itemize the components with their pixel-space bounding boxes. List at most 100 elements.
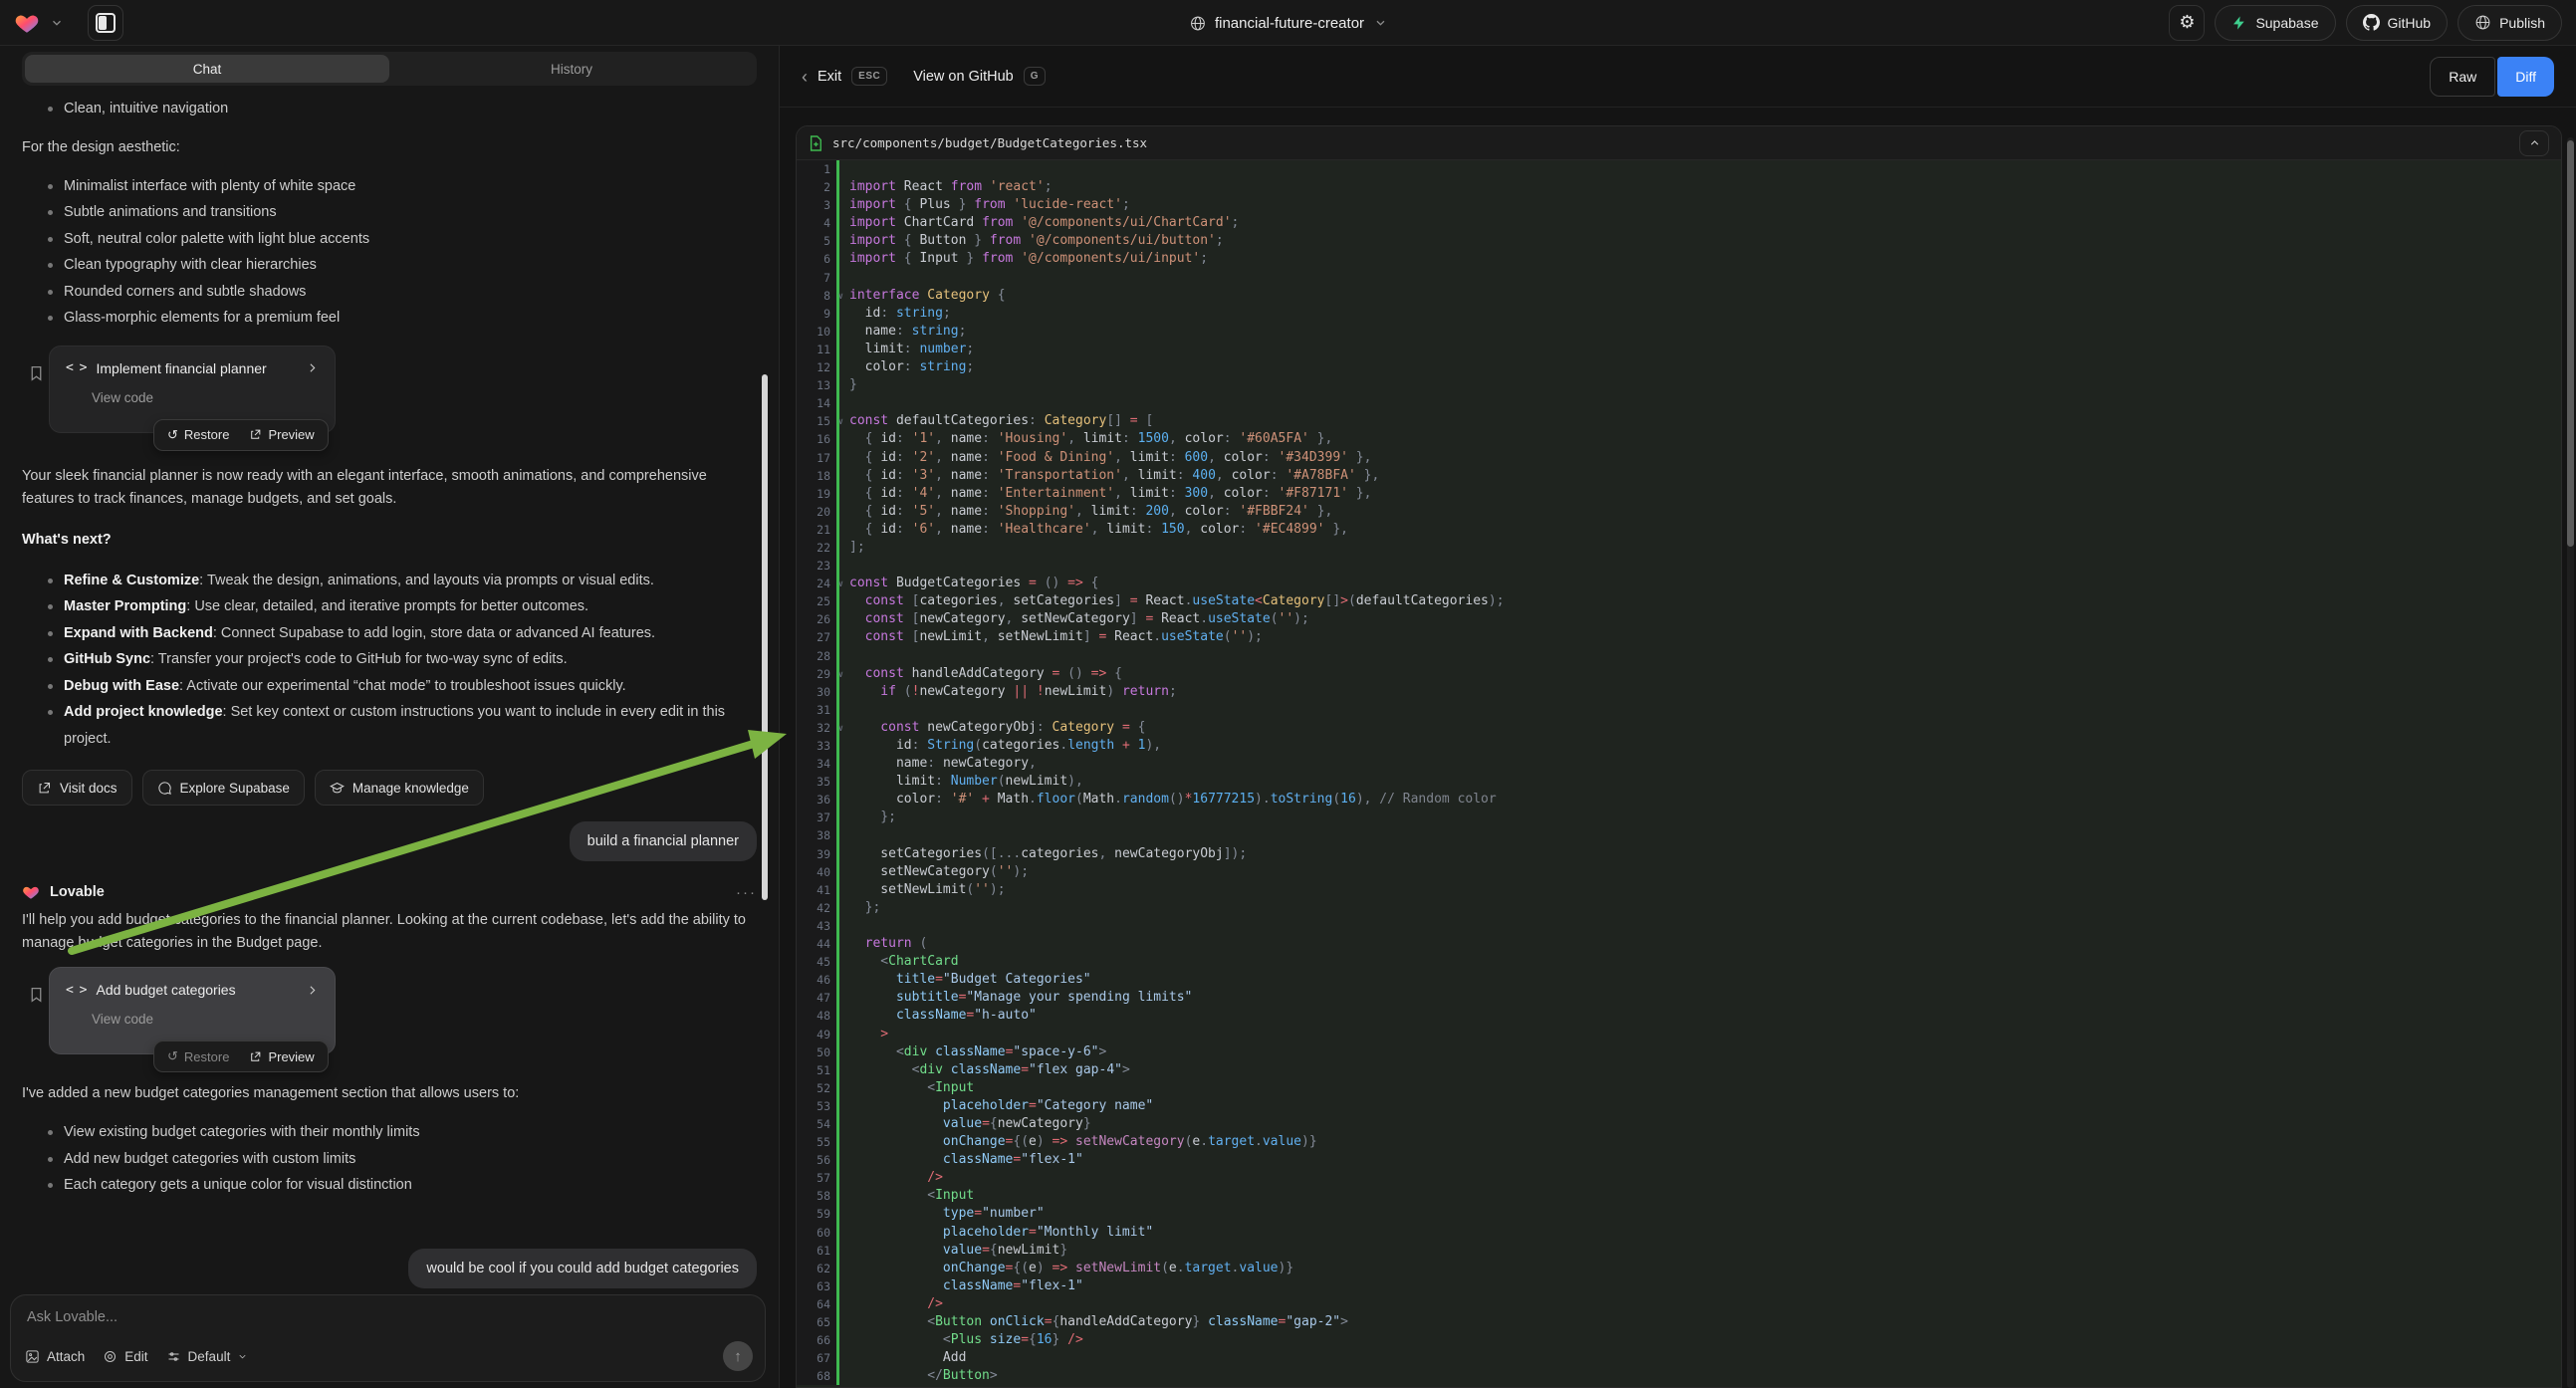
- code-text: type="number": [839, 1205, 1045, 1223]
- publish-globe-icon: [2474, 14, 2491, 31]
- bullet-list: Refine & Customize: Tweak the design, an…: [22, 568, 757, 753]
- restore-button[interactable]: ↺Restore: [158, 1043, 238, 1069]
- chat-composer[interactable]: Ask Lovable... Attach Edit Default: [10, 1294, 766, 1382]
- settings-button[interactable]: ⚙: [2169, 5, 2205, 41]
- bookmark-icon[interactable]: [28, 363, 45, 383]
- code-line: 12 color: string;: [797, 358, 2561, 376]
- code-text: <Button onClick={handleAddCategory} clas…: [839, 1313, 1348, 1331]
- fold-chevron-icon[interactable]: ∨: [838, 576, 843, 593]
- code-line: 45 <ChartCard: [797, 953, 2561, 971]
- chevron-left-icon[interactable]: ‹: [802, 68, 808, 86]
- preview-button[interactable]: Preview: [240, 1043, 323, 1069]
- diff-tab[interactable]: Diff: [2497, 57, 2554, 97]
- send-button[interactable]: ↑: [723, 1341, 753, 1371]
- list-item: Add project knowledge: Set key context o…: [22, 699, 757, 752]
- chip-manage-knowledge[interactable]: Manage knowledge: [315, 770, 484, 806]
- view-code-link[interactable]: View code: [92, 390, 319, 405]
- graduation-cap-icon: [330, 781, 345, 796]
- collapse-file-button[interactable]: [2519, 130, 2549, 156]
- line-number: 5: [797, 232, 836, 250]
- fold-chevron-icon[interactable]: ∨: [838, 413, 843, 431]
- code-line: 8∨interface Category {: [797, 287, 2561, 305]
- code-text: return (: [839, 935, 927, 953]
- line-number: 60: [797, 1224, 836, 1242]
- project-switcher[interactable]: financial-future-creator: [1189, 0, 1387, 46]
- attach-button[interactable]: Attach: [25, 1349, 85, 1364]
- restore-button[interactable]: ↺Restore: [158, 422, 238, 448]
- file-header[interactable]: src/components/budget/BudgetCategories.t…: [797, 126, 2561, 160]
- publish-button[interactable]: Publish: [2458, 5, 2562, 41]
- code-text: const handleAddCategory = () => {: [839, 665, 1122, 683]
- chat-paragraph: I've added a new budget categories manag…: [22, 1082, 757, 1105]
- code-line: 65 <Button onClick={handleAddCategory} c…: [797, 1313, 2561, 1331]
- code-text: <Plus size={16} />: [839, 1331, 1083, 1349]
- lovable-logo-icon[interactable]: [14, 10, 40, 36]
- code-text: import ChartCard from '@/components/ui/C…: [839, 214, 1239, 232]
- line-number: 55: [797, 1133, 836, 1151]
- code-view: 12import React from 'react';3import { Pl…: [797, 160, 2561, 1387]
- line-number: 57: [797, 1169, 836, 1187]
- line-number: 24∨: [797, 575, 836, 592]
- code-line: 50 <div className="space-y-6">: [797, 1043, 2561, 1061]
- line-number: 8∨: [797, 287, 836, 305]
- toggle-sidebar-button[interactable]: [88, 5, 123, 41]
- list-item: Clean, intuitive navigation: [22, 96, 757, 122]
- chevron-down-icon[interactable]: [50, 16, 64, 30]
- list-item: Soft, neutral color palette with light b…: [22, 226, 757, 253]
- line-number: 17: [797, 449, 836, 467]
- line-number: 20: [797, 503, 836, 521]
- github-button[interactable]: GitHub: [2346, 5, 2449, 41]
- bullet-list: Minimalist interface with plenty of whit…: [22, 173, 757, 332]
- line-number: 18: [797, 467, 836, 485]
- bullet-list: View existing budget categories with the…: [22, 1119, 757, 1199]
- code-text: className="flex-1": [839, 1151, 1083, 1169]
- raw-tab[interactable]: Raw: [2430, 57, 2495, 97]
- line-number: 21: [797, 521, 836, 539]
- line-number: 47: [797, 989, 836, 1007]
- fold-chevron-icon[interactable]: ∨: [838, 720, 843, 738]
- edit-card-title: Implement financial planner: [96, 360, 296, 376]
- user-message-row: would be cool if you could add budget ca…: [22, 1249, 757, 1288]
- code-text: <ChartCard: [839, 953, 959, 971]
- bookmark-icon[interactable]: [28, 985, 45, 1005]
- code-text: [839, 394, 849, 412]
- code-line: 51 <div className="flex gap-4">: [797, 1061, 2561, 1079]
- line-number: 32∨: [797, 719, 836, 737]
- more-menu-icon[interactable]: ···: [736, 884, 757, 901]
- code-text: const [categories, setCategories] = Reac…: [839, 592, 1505, 610]
- line-number: 12: [797, 358, 836, 376]
- code-text: id: String(categories.length + 1),: [839, 737, 1161, 755]
- tab-chat[interactable]: Chat: [25, 55, 389, 83]
- user-message-row: build a financial planner: [22, 821, 757, 861]
- code-text: if (!newCategory || !newLimit) return;: [839, 683, 1177, 701]
- chat-scrollbar[interactable]: [762, 374, 768, 900]
- code-text: <Input: [839, 1079, 974, 1097]
- line-number: 36: [797, 791, 836, 809]
- code-line: 55 onChange={(e) => setNewCategory(e.tar…: [797, 1133, 2561, 1151]
- fold-chevron-icon[interactable]: ∨: [838, 666, 843, 684]
- chip-explore-supabase[interactable]: Explore Supabase: [142, 770, 305, 806]
- view-code-link[interactable]: View code: [92, 1012, 319, 1027]
- line-number: 68: [797, 1367, 836, 1385]
- fold-chevron-icon[interactable]: ∨: [838, 288, 843, 306]
- editor-scrollbar[interactable]: [2567, 140, 2574, 547]
- chip-visit-docs[interactable]: Visit docs: [22, 770, 132, 806]
- quick-action-chips: Visit docs Explore Supabase Manage knowled…: [22, 770, 757, 806]
- exit-button[interactable]: Exit: [818, 69, 841, 85]
- edit-button[interactable]: Edit: [103, 1349, 147, 1364]
- code-text: <Input: [839, 1187, 974, 1205]
- preview-button[interactable]: Preview: [240, 422, 323, 448]
- code-line: 48 className="h-auto": [797, 1007, 2561, 1025]
- code-text: import { Button } from '@/components/ui/…: [839, 232, 1224, 250]
- line-number: 64: [797, 1295, 836, 1313]
- view-on-github-link[interactable]: View on GitHub: [913, 69, 1013, 85]
- tab-history[interactable]: History: [389, 55, 754, 83]
- list-item: Master Prompting: Use clear, detailed, a…: [22, 593, 757, 620]
- list-item: Debug with Ease: Activate our experiment…: [22, 673, 757, 700]
- chevron-down-icon: [1373, 16, 1387, 30]
- line-number: 49: [797, 1026, 836, 1043]
- supabase-button[interactable]: Supabase: [2215, 5, 2335, 41]
- code-line: 31: [797, 701, 2561, 719]
- line-number: 35: [797, 773, 836, 791]
- model-selector[interactable]: Default: [166, 1349, 249, 1364]
